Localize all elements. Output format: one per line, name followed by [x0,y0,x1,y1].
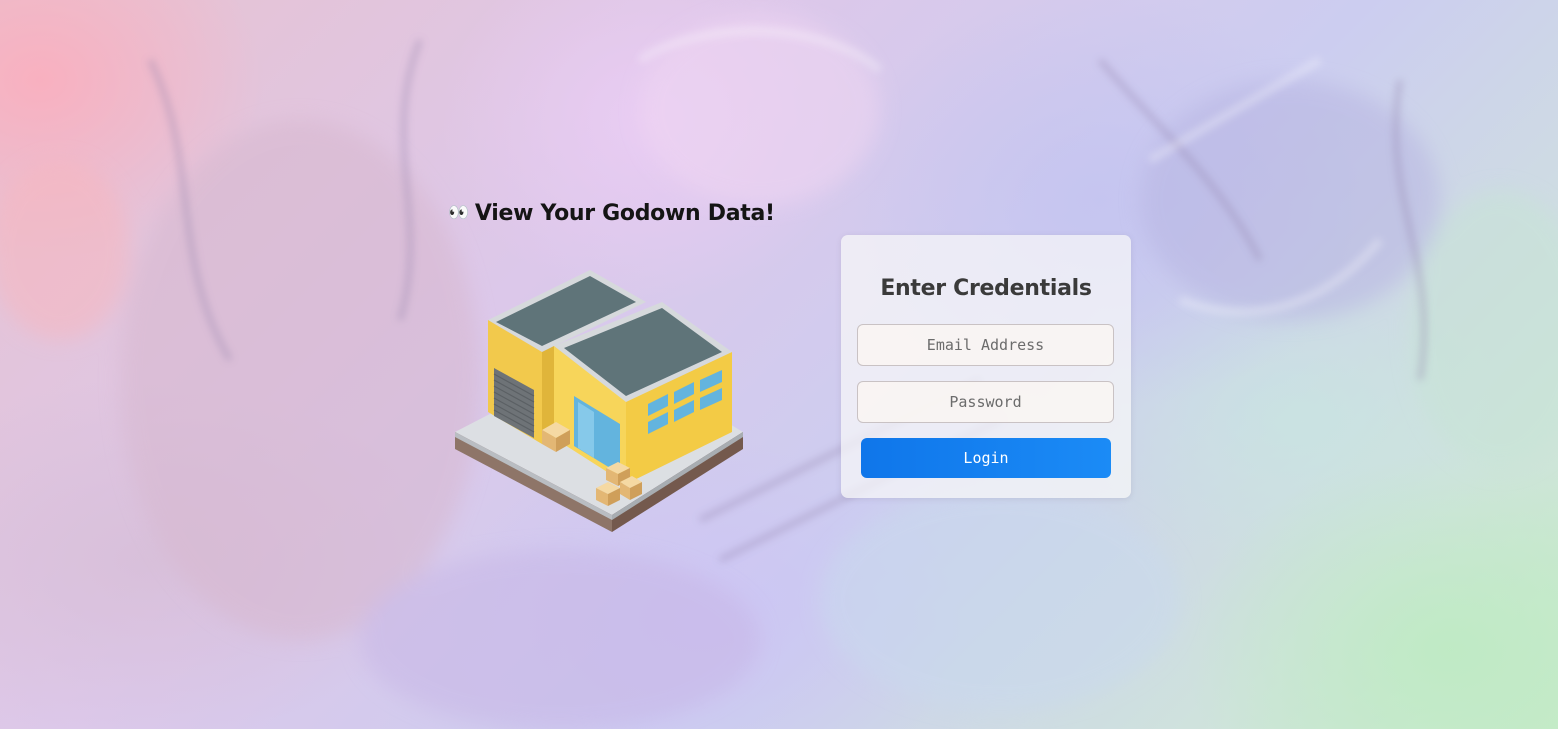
warehouse-icon [455,270,743,532]
eyes-icon: 👀 [448,203,469,223]
email-field[interactable] [857,324,1114,366]
login-button[interactable]: Login [861,438,1111,478]
login-title: Enter Credentials [880,276,1092,301]
page-headline: 👀 View Your Godown Data! [448,201,775,226]
background-artwork [0,15,1558,729]
password-field[interactable] [857,381,1114,423]
page-headline-text: View Your Godown Data! [474,201,775,226]
login-card: Enter Credentials Login [841,235,1131,498]
